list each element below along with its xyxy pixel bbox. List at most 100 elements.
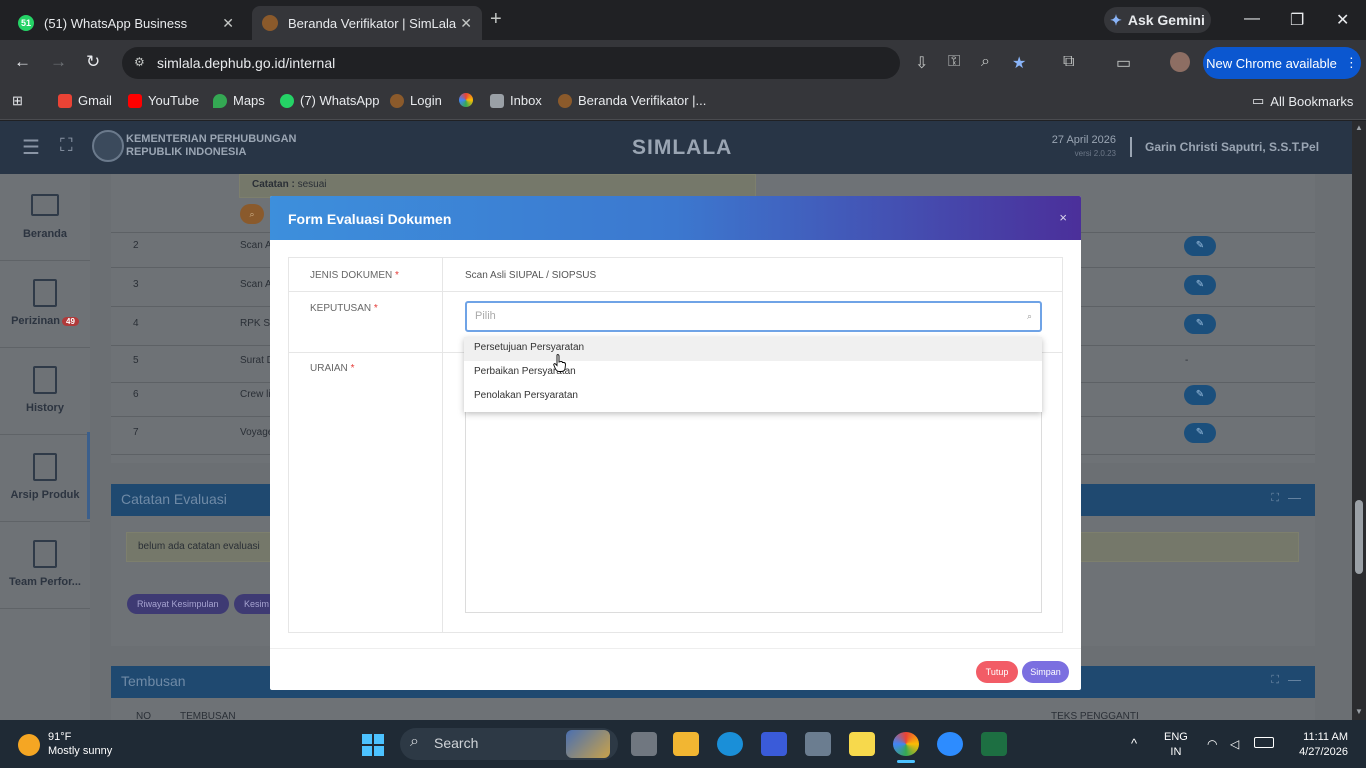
sidebar-item-label: Team Perfor... — [9, 576, 81, 588]
option-penolakan[interactable]: Penolakan Persyaratan — [464, 385, 1042, 409]
tutup-button[interactable]: Tutup — [976, 661, 1018, 683]
bookmark-youtube[interactable]: YouTube — [128, 93, 199, 108]
header-date: 27 April 2026 — [1051, 134, 1116, 146]
bookmarks-bar: ⊞ Gmail YouTube Maps (7) WhatsApp Login … — [0, 86, 1366, 120]
bookmark-maps[interactable]: Maps — [213, 93, 265, 108]
page-scrollbar[interactable]: ▲ ▼ — [1352, 121, 1366, 720]
task-view-icon[interactable] — [631, 732, 657, 756]
bookmark-beranda[interactable]: Beranda Verifikator |... — [558, 93, 706, 108]
close-window-icon[interactable]: ✕ — [1336, 10, 1349, 30]
cast-icon[interactable]: ▭ — [1116, 53, 1131, 73]
reload-icon[interactable]: ↻ — [86, 52, 100, 72]
site-info-icon[interactable]: ⚙ — [134, 55, 145, 69]
bookmark-gmail[interactable]: Gmail — [58, 93, 112, 108]
scroll-up-icon[interactable]: ▲ — [1355, 123, 1363, 132]
scrollbar-thumb[interactable] — [1355, 500, 1363, 574]
new-chrome-available-button[interactable]: New Chrome available ⋮ — [1203, 47, 1361, 79]
all-bookmarks[interactable]: ▭ All Bookmarks — [1252, 93, 1353, 109]
collapse-icon[interactable]: — — [1288, 490, 1301, 505]
edit-icon[interactable]: ✎ — [1184, 236, 1216, 256]
clock[interactable]: 11:11 AM 4/27/2026 — [1290, 730, 1348, 760]
restore-icon[interactable]: ❐ — [1290, 10, 1304, 30]
fullscreen-icon[interactable]: ⛶ — [60, 135, 73, 156]
sidebar-item-perizinan[interactable]: Perizinan 49 — [0, 261, 90, 348]
file-explorer-icon[interactable] — [673, 732, 699, 756]
excel-icon[interactable] — [981, 732, 1007, 756]
scroll-down-icon[interactable]: ▼ — [1355, 707, 1363, 716]
battery-icon[interactable] — [1254, 737, 1274, 748]
camera-icon[interactable] — [805, 732, 831, 756]
sidebar-item-beranda[interactable]: Beranda — [0, 174, 90, 261]
taskbar-search[interactable]: ⌕ Search — [400, 728, 618, 760]
install-icon[interactable]: ⇩ — [915, 53, 928, 73]
form-divider — [442, 258, 443, 632]
row-number: 3 — [133, 279, 139, 290]
minimize-icon[interactable]: — — [1244, 10, 1260, 28]
ministry-line1: KEMENTERIAN PERHUBUNGAN — [126, 133, 297, 145]
catatan-label: Catatan : — [252, 179, 295, 190]
volume-icon[interactable]: ◁ — [1230, 737, 1239, 751]
bookmark-star-icon[interactable]: ★ — [1012, 53, 1026, 73]
copilot-icon[interactable] — [761, 732, 787, 756]
edit-icon[interactable]: ✎ — [1184, 314, 1216, 334]
address-bar[interactable]: ⚙ simlala.dephub.go.id/internal — [122, 47, 900, 79]
hamburger-menu-icon[interactable]: ☰ — [22, 135, 40, 160]
profile-avatar[interactable] — [1170, 52, 1190, 72]
wifi-icon[interactable]: ◠ — [1207, 737, 1217, 751]
close-icon[interactable]: × — [1059, 210, 1067, 225]
edge-icon[interactable] — [717, 732, 743, 756]
tab-simlala[interactable]: Beranda Verifikator | SimLala ✕ — [252, 6, 482, 40]
expand-icon[interactable]: ⛶ — [1271, 674, 1279, 687]
key-icon[interactable]: ⚿ — [948, 53, 960, 71]
collapse-icon[interactable]: — — [1288, 672, 1301, 687]
forward-icon[interactable]: → — [50, 52, 67, 72]
document-icon — [33, 540, 57, 568]
bookmark-whatsapp[interactable]: (7) WhatsApp — [280, 93, 379, 108]
gmail-icon — [58, 93, 72, 108]
apps-icon[interactable]: ⊞ — [12, 93, 23, 109]
back-icon[interactable]: ← — [14, 52, 31, 72]
bookmark-login[interactable]: Login — [390, 93, 442, 108]
language-indicator[interactable]: ENG IN — [1164, 730, 1188, 760]
bookmark-inbox[interactable]: Inbox — [490, 93, 542, 108]
edit-icon[interactable]: ✎ — [1184, 275, 1216, 295]
row-number: 7 — [133, 427, 139, 438]
sidebar-item-team-performance[interactable]: Team Perfor... — [0, 522, 90, 609]
edit-icon[interactable]: ✎ — [1184, 423, 1216, 443]
show-hidden-icons[interactable]: ^ — [1131, 736, 1137, 751]
new-tab-icon[interactable]: + — [490, 8, 502, 31]
extensions-icon[interactable]: ⧉ — [1063, 53, 1074, 71]
header-divider — [1130, 137, 1132, 157]
search-icon: ⌕ — [1026, 311, 1032, 321]
close-tab-icon[interactable]: ✕ — [222, 15, 234, 32]
sticky-notes-icon[interactable] — [849, 732, 875, 756]
keputusan-select[interactable]: Pilih ⌕ — [465, 301, 1042, 332]
select-placeholder: Pilih — [475, 310, 496, 322]
keputusan-dropdown: Persetujuan Persyaratan Perbaikan Persya… — [464, 337, 1042, 412]
active-app-indicator — [897, 760, 915, 763]
simpan-button[interactable]: Simpan — [1022, 661, 1069, 683]
catatan-value: sesuai — [297, 179, 327, 190]
chrome-icon[interactable] — [893, 732, 919, 756]
tab-whatsapp[interactable]: 51 (51) WhatsApp Business ✕ — [8, 6, 244, 40]
zoom-icon[interactable]: ⌕ — [981, 53, 990, 71]
bookmark-label: Maps — [233, 93, 265, 108]
user-name[interactable]: Garin Christi Saputri, S.S.T.Pel — [1145, 140, 1319, 154]
sidebar-item-arsip-produk[interactable]: Arsip Produk — [0, 435, 90, 522]
sidebar-item-history[interactable]: History — [0, 348, 90, 435]
close-tab-icon[interactable]: ✕ — [460, 15, 472, 32]
bookmark-photos[interactable] — [459, 93, 473, 107]
riwayat-kesimpulan-button[interactable]: Riwayat Kesimpulan — [127, 594, 229, 614]
expand-icon[interactable]: ⛶ — [1271, 492, 1279, 505]
option-perbaikan[interactable]: Perbaikan Persyaratan — [464, 361, 1042, 385]
uraian-textarea[interactable] — [465, 410, 1042, 613]
sidebar-item-label: Arsip Produk — [10, 489, 80, 501]
edit-icon[interactable]: ✎ — [1184, 385, 1216, 405]
zoom-app-icon[interactable] — [937, 732, 963, 756]
temperature: 91°F — [48, 731, 72, 743]
ask-gemini-button[interactable]: ✦ Ask Gemini — [1104, 7, 1211, 33]
option-persetujuan[interactable]: Persetujuan Persyaratan — [464, 337, 1042, 361]
windows-start-icon[interactable] — [362, 734, 384, 756]
weather-widget[interactable]: 91°F Mostly sunny — [18, 730, 112, 758]
search-icon[interactable]: ⌕ — [240, 204, 264, 224]
